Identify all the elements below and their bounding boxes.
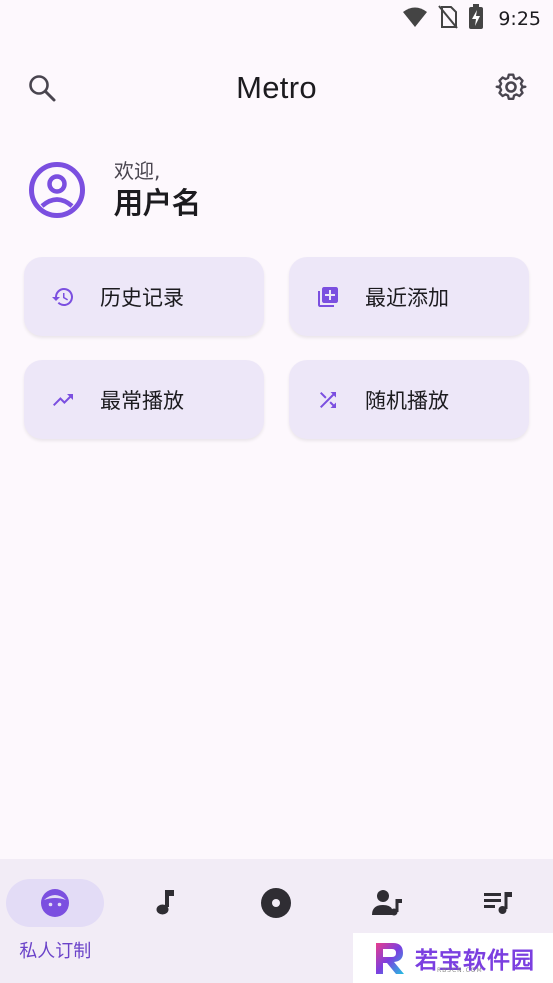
account-circle-icon [29,162,85,218]
music-note-icon [156,890,174,915]
shuffle-icon [315,387,341,413]
watermark-subtext: RBSCN.COM [437,967,483,974]
nav-item-for-you[interactable]: 私人订制 [5,879,105,983]
top-app-bar: Metro [0,58,553,118]
clock: 9:25 [498,8,541,30]
wifi-icon [402,6,428,32]
watermark-logo-icon [376,943,404,974]
app-title: Metro [236,70,317,105]
search-button[interactable] [20,66,64,110]
library-add-icon [315,284,341,310]
username[interactable]: 用户名 [114,184,201,222]
history-icon [50,284,76,310]
watermark: 若宝软件园 RBSCN.COM [353,933,553,983]
face-icon [41,889,70,917]
most-played-label: 最常播放 [100,388,184,413]
welcome-greeting: 欢迎, [114,159,161,183]
status-bar: 9:25 [0,0,553,38]
avatar[interactable] [28,161,86,219]
settings-button[interactable] [489,66,533,110]
quick-actions-grid: 历史记录 最近添加 最常播放 随机播放 [24,257,529,439]
search-icon [29,75,56,102]
nav-item-songs[interactable] [116,879,216,983]
history-button[interactable]: 历史记录 [24,257,264,336]
gear-icon [495,73,527,100]
nav-active-indicator [6,879,105,927]
history-label: 历史记录 [100,285,184,310]
trending-up-icon [50,387,76,413]
shuffle-button[interactable]: 随机播放 [289,360,529,439]
no-sim-icon [438,5,459,33]
artist-icon [372,890,403,916]
recently-added-button[interactable]: 最近添加 [289,257,529,336]
album-icon [261,888,292,918]
most-played-button[interactable]: 最常播放 [24,360,264,439]
battery-charging-icon [468,4,484,34]
recently-added-label: 最近添加 [365,285,449,310]
playlist-icon [483,892,512,914]
shuffle-label: 随机播放 [365,388,449,413]
nav-label-for-you: 私人订制 [19,941,92,962]
welcome-section: 欢迎, 用户名 [28,158,201,222]
nav-item-albums[interactable] [226,879,326,983]
